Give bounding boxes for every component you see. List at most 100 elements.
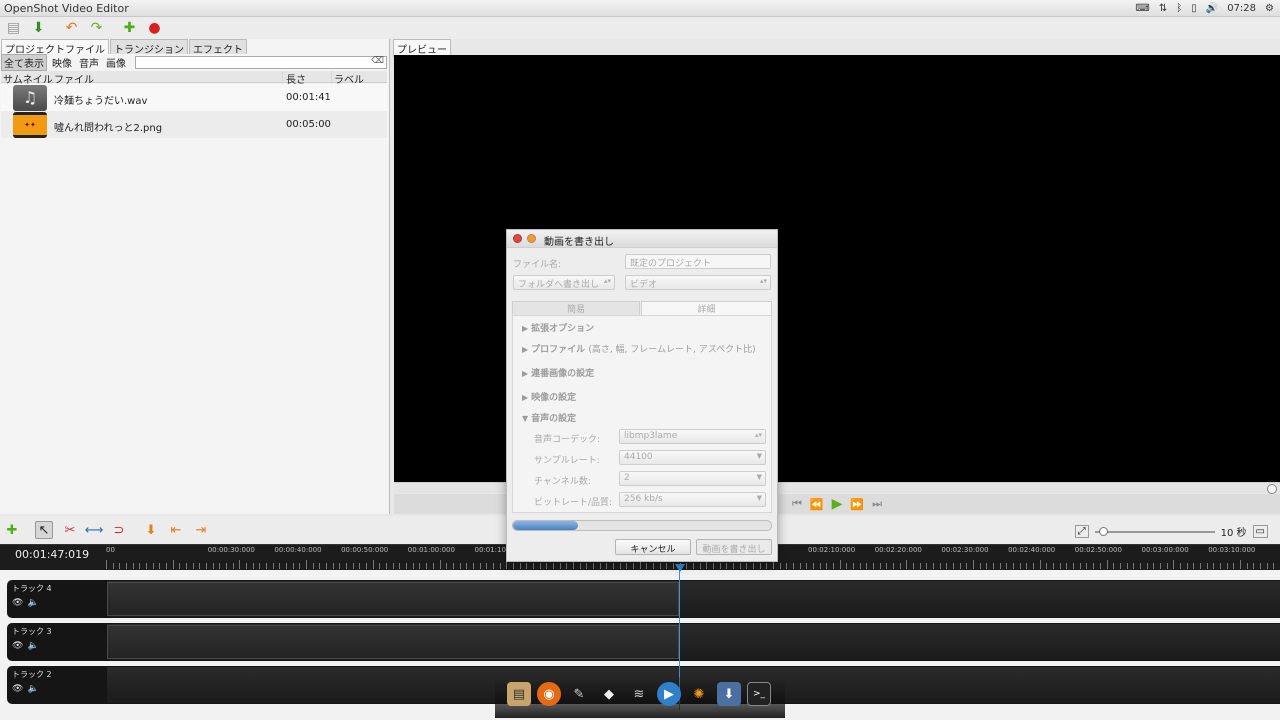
record-icon[interactable]: ● [146,20,163,37]
zoom-slider-handle[interactable] [1098,526,1108,536]
jump-end-icon[interactable]: ⏭ [872,497,882,511]
ruler-tick-mark [866,563,868,569]
cancel-button[interactable]: キャンセル [615,539,691,555]
speaker-icon[interactable]: 🔈 [27,641,38,651]
ruler-tick-mark [499,563,501,569]
speaker-icon[interactable]: 🔈 [27,598,38,608]
inkscape-icon[interactable]: ◆ [597,682,621,706]
export-type-select[interactable]: ビデオ ▴▾ [625,275,771,290]
razor-icon[interactable]: ✂ [61,521,79,539]
track-lane[interactable] [107,624,1280,660]
export-button[interactable]: 動画を書き出し [696,539,772,555]
dialog-tabs: 簡易 詳細 [512,301,772,315]
sample-rate-select[interactable]: 44100 ▼ [619,450,766,465]
filter-audio-button[interactable]: 音声 [77,55,101,70]
tab-project-files[interactable]: プロジェクトファイル [1,39,109,56]
clip[interactable] [107,582,679,616]
ruler-tick-mark [659,563,661,569]
keyboard-icon[interactable]: ⌨ [1135,3,1149,14]
minimize-icon[interactable] [527,234,536,243]
profile-expander[interactable]: ▶ プロファイル (高さ, 幅, フレームレート, アスペクト比) [522,342,756,355]
previous-marker-icon[interactable]: ⇤ [167,521,185,539]
seek-handle[interactable] [1267,484,1277,494]
ruler-tick-mark [632,563,634,569]
network-icon[interactable]: ⇅ [1159,3,1167,14]
gear-icon[interactable]: ⚙ [1265,3,1274,14]
speaker-icon[interactable]: 🔈 [27,684,38,694]
import-icon[interactable]: ⬇ [30,20,47,37]
tab-transitions[interactable]: トランジション [110,39,188,56]
add-marker-icon[interactable]: ⬇ [142,521,160,539]
spinner-arrows-icon: ▴▾ [603,277,611,285]
redo-icon[interactable]: ↷ [88,20,105,37]
filter-video-button[interactable]: 映像 [50,55,74,70]
add-track-icon[interactable]: ✚ [121,20,138,37]
sample-rate-value: 44100 [624,452,653,462]
bluetooth-icon[interactable]: ᛒ [1176,3,1182,14]
dialog-titlebar[interactable]: 動画を書き出し [507,230,777,248]
ruler-tick-label: 00:00:40:000 [274,546,322,554]
resize-icon[interactable]: ⟷ [85,521,104,539]
tab-advanced[interactable]: 詳細 [641,301,772,315]
file-row[interactable]: ♫ 冷麺ちょうだい.wav 00:01:41 [1,84,387,111]
play-icon[interactable]: ▶ [832,496,843,512]
ruler-tick-mark [466,563,468,569]
filter-input[interactable]: ⌫ [135,56,387,69]
firefox-icon[interactable]: ◉ [537,682,561,706]
export-folder-select[interactable]: フォルダへ書き出し ▴▾ [513,275,615,290]
clock[interactable]: 07:28 [1227,3,1256,14]
audio-settings-expander[interactable]: ▼ 音声の設定 [522,411,576,424]
ruler-tick-mark [1166,563,1168,569]
close-icon[interactable] [513,234,522,243]
terminal-icon[interactable]: >_ [747,682,771,706]
track-lane[interactable] [107,581,1280,617]
undo-icon[interactable]: ↶ [63,20,80,37]
audio-codec-select[interactable]: libmp3lame ▴▾ [619,429,766,444]
tab-effects[interactable]: エフェクト [189,39,247,56]
ruler-tick-mark [873,563,875,569]
jump-start-icon[interactable]: ⏮ [792,497,802,511]
zoom-slider[interactable] [1094,526,1215,536]
filename-input[interactable]: 既定のプロジェクト [625,254,771,269]
visibility-icon[interactable]: 👁 [12,641,23,651]
visibility-icon[interactable]: 👁 [12,684,23,694]
zoom-out-icon[interactable]: ⤢ [1074,525,1089,538]
pointer-icon[interactable]: ↖ [35,521,53,539]
zoom-in-icon[interactable]: ▭ [1252,525,1268,538]
visibility-icon[interactable]: 👁 [12,598,23,608]
battery-icon[interactable]: ▯ [1191,3,1197,14]
image-sequence-label: 連番画像の設定 [531,369,595,379]
audio-editor-icon[interactable]: ≋ [627,682,651,706]
video-settings-expander[interactable]: ▶ 映像の設定 [522,390,576,403]
playhead-marker[interactable] [675,564,685,572]
ruler-tick-mark [486,563,488,569]
volume-icon[interactable]: 🔊 [1206,3,1218,14]
ruler-tick-mark [1113,563,1115,569]
ruler-tick-mark [439,560,441,569]
new-project-icon[interactable]: ▤ [5,20,22,37]
channels-select[interactable]: 2 ▼ [619,471,766,486]
openshot-icon[interactable]: ▶ [657,682,681,706]
image-sequence-expander[interactable]: ▶ 連番画像の設定 [522,366,594,379]
advanced-options-expander[interactable]: ▶ 拡張オプション [522,321,594,334]
filter-all-button[interactable]: 全て表示 [1,54,47,71]
file-row[interactable]: ✦✦ 噓んれ問われっと2.png 00:05:00 [1,111,387,138]
clip[interactable] [107,625,679,659]
profile-sub-label: (高さ, 幅, フレームレート, アスペクト比) [588,345,756,355]
add-track-icon[interactable]: ✚ [3,521,21,539]
next-marker-icon[interactable]: ⇥ [192,521,210,539]
tab-simple[interactable]: 簡易 [512,301,640,315]
snap-magnet-icon[interactable]: ⊃ [110,521,128,539]
track[interactable]: トラック 3 👁 🔈 [7,623,1280,661]
clear-icon[interactable]: ⌫ [371,56,384,66]
track[interactable]: トラック 4 👁 🔈 [7,580,1280,618]
bitrate-select[interactable]: 256 kb/s ▼ [619,492,766,507]
fast-forward-icon[interactable]: ⏩ [850,498,864,511]
ruler-tick-mark [339,563,341,569]
installer-icon[interactable]: ⬇ [717,682,741,706]
files-app-icon[interactable]: ▤ [507,682,531,706]
filter-image-button[interactable]: 画像 [104,55,128,70]
rewind-icon[interactable]: ⏪ [810,498,824,511]
gimp-icon[interactable]: ✎ [567,682,591,706]
blender-icon[interactable]: ✺ [687,682,711,706]
